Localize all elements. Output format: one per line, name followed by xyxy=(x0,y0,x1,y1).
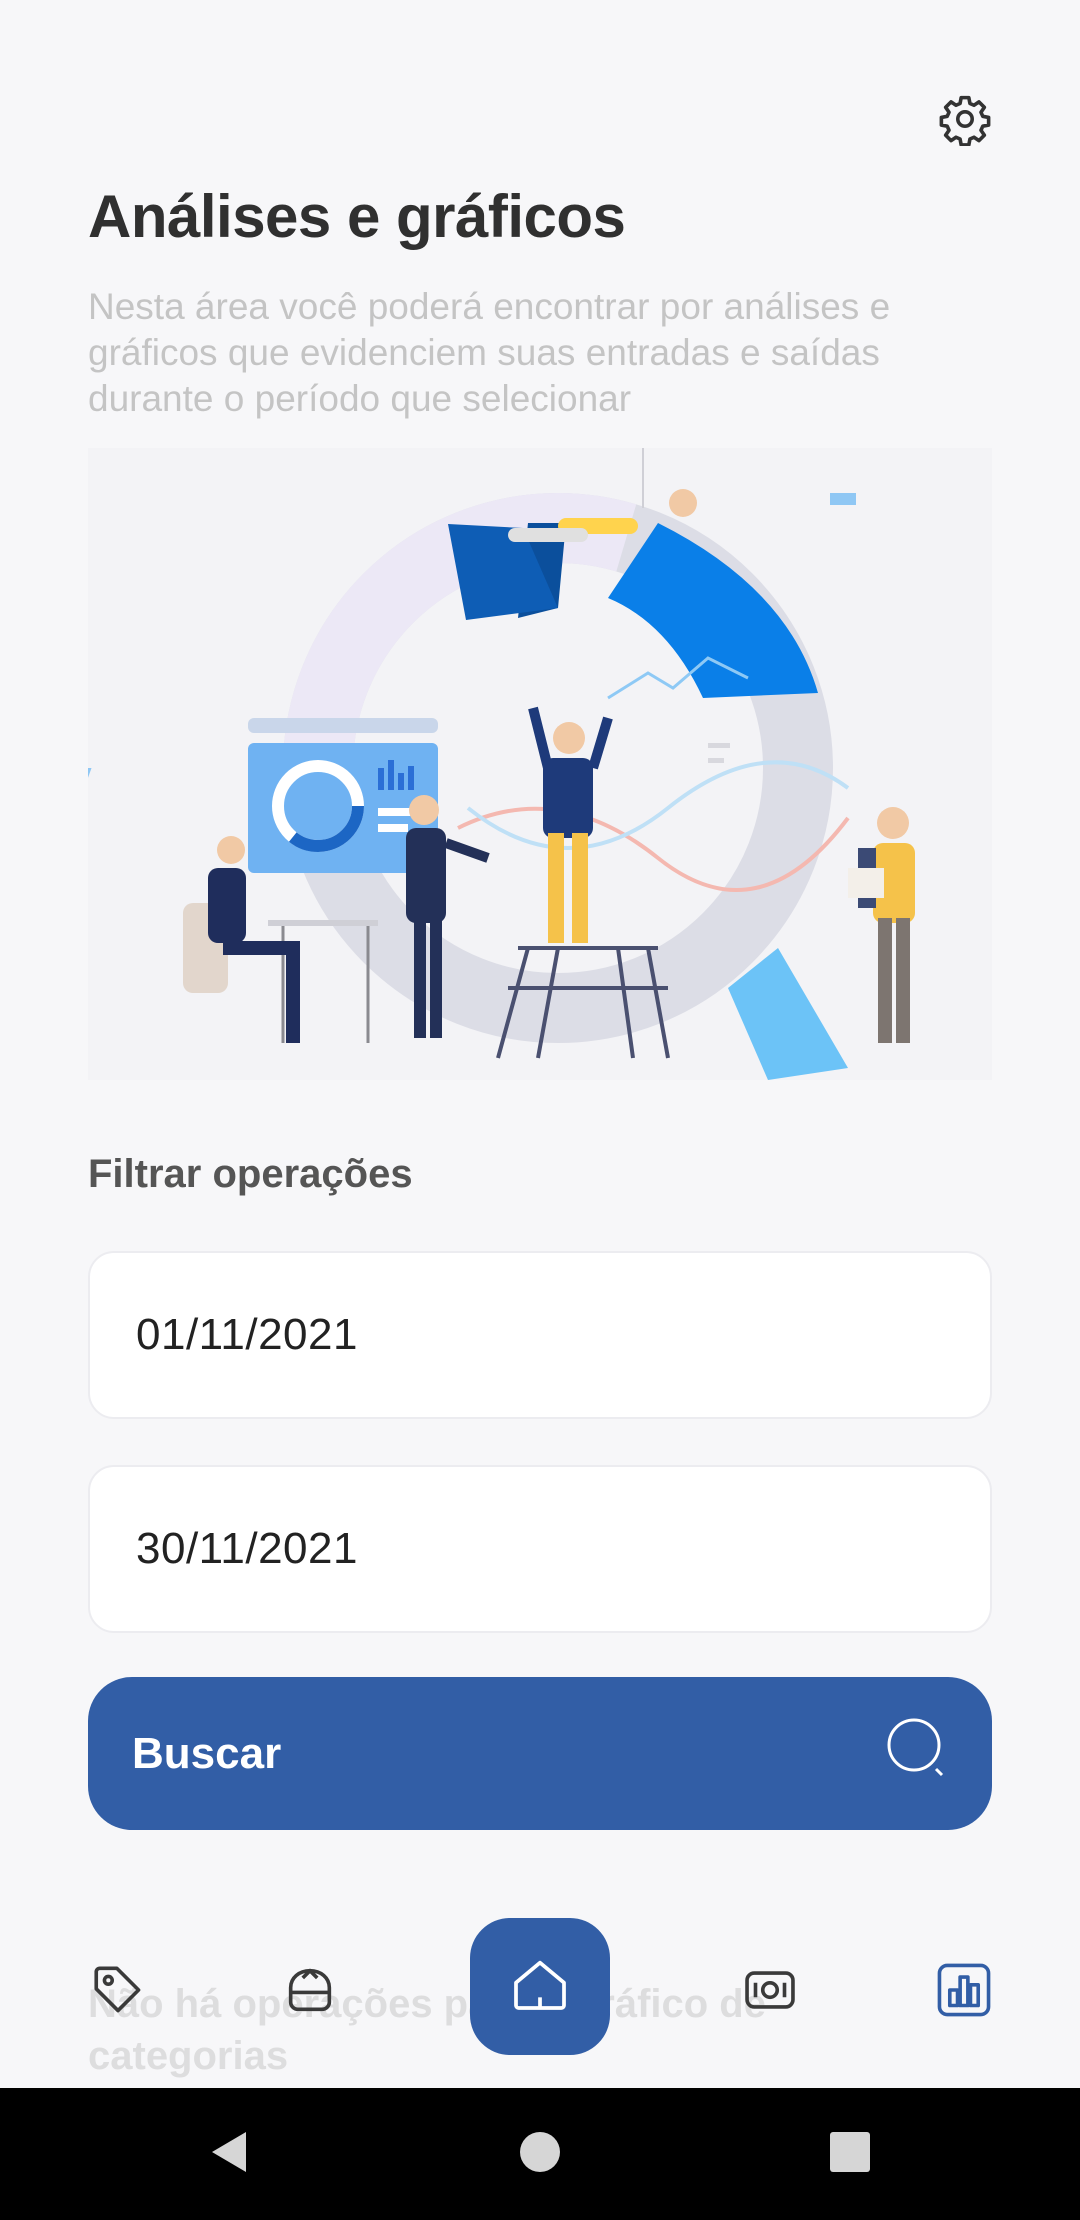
end-date-field[interactable]: 30/11/2021 xyxy=(88,1465,992,1633)
recents-square-icon xyxy=(829,2131,871,2178)
start-date-field[interactable]: 01/11/2021 xyxy=(88,1251,992,1419)
back-button[interactable] xyxy=(168,2088,288,2220)
recents-button[interactable] xyxy=(790,2088,910,2220)
piggy-bank-icon xyxy=(281,1961,339,2024)
search-button-label: Buscar xyxy=(132,1728,282,1778)
nav-item-savings[interactable] xyxy=(278,1960,342,2024)
nav-item-charts[interactable] xyxy=(932,1960,996,2024)
filter-title: Filtrar operações xyxy=(88,1152,413,1196)
tag-icon xyxy=(89,1961,147,2024)
nav-item-home[interactable] xyxy=(470,1918,610,2055)
money-bill-icon xyxy=(740,1961,800,2024)
nav-item-tags[interactable] xyxy=(86,1960,150,2024)
page-description: Nesta área você poderá encontrar por aná… xyxy=(88,286,891,419)
system-navigation-bar xyxy=(0,2088,1080,2220)
start-date-value: 01/11/2021 xyxy=(136,1310,358,1359)
home-circle-icon xyxy=(519,2131,561,2178)
back-triangle-icon xyxy=(206,2128,250,2181)
settings-button[interactable] xyxy=(928,84,1002,158)
page-title: Análises e gráficos xyxy=(88,183,626,250)
nav-item-money[interactable] xyxy=(738,1960,802,2024)
search-icon xyxy=(886,1717,948,1790)
home-system-button[interactable] xyxy=(480,2088,600,2220)
analytics-illustration xyxy=(88,448,992,1080)
end-date-value: 30/11/2021 xyxy=(136,1524,358,1573)
home-icon xyxy=(508,1952,572,2021)
search-button[interactable]: Buscar xyxy=(88,1677,992,1830)
bar-chart-icon xyxy=(933,1959,995,2026)
gear-icon xyxy=(938,92,992,151)
